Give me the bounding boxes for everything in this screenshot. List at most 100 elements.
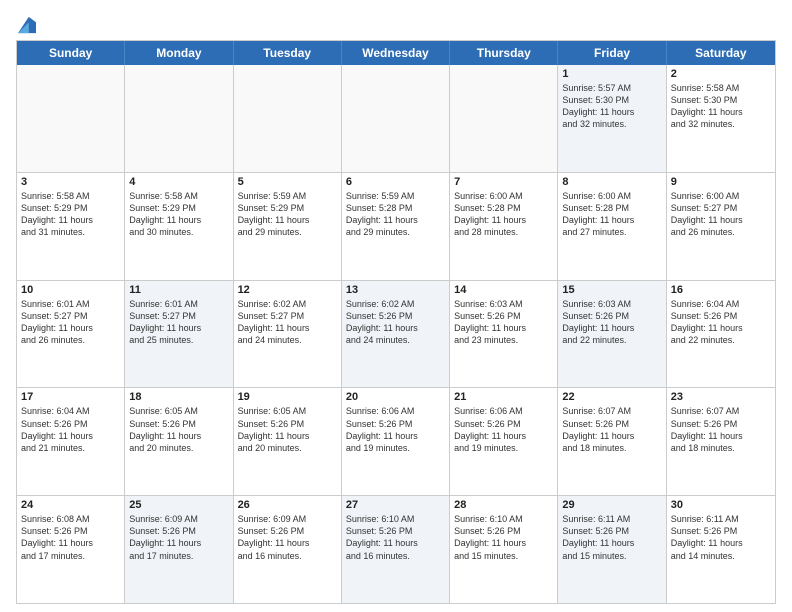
cell-info-3: Sunrise: 5:58 AMSunset: 5:29 PMDaylight:… (21, 190, 120, 239)
day-cell-14: 14 Sunrise: 6:03 AMSunset: 5:26 PMDayligh… (450, 281, 558, 388)
cell-info-8: Sunrise: 6:00 AMSunset: 5:28 PMDaylight:… (562, 190, 661, 239)
cell-info-4: Sunrise: 5:58 AMSunset: 5:29 PMDaylight:… (129, 190, 228, 239)
cell-info-1: Sunrise: 5:57 AMSunset: 5:30 PMDaylight:… (562, 82, 661, 131)
calendar-row-3: 10 Sunrise: 6:01 AMSunset: 5:27 PMDayligh… (17, 281, 775, 389)
day-cell-23: 23 Sunrise: 6:07 AMSunset: 5:26 PMDayligh… (667, 388, 775, 495)
day-cell-15: 15 Sunrise: 6:03 AMSunset: 5:26 PMDayligh… (558, 281, 666, 388)
day-cell-22: 22Sunrise: 6:07 AMSunset: 5:26 PMDayligh… (558, 388, 666, 495)
calendar-body: 1 Sunrise: 5:57 AMSunset: 5:30 PMDaylight… (17, 65, 775, 603)
day-cell-16: 16 Sunrise: 6:04 AMSunset: 5:26 PMDayligh… (667, 281, 775, 388)
weekday-header-sunday: Sunday (17, 41, 125, 65)
day-number-10: 10 (21, 284, 120, 296)
day-number-16: 16 (671, 284, 771, 296)
calendar-row-5: 24 Sunrise: 6:08 AMSunset: 5:26 PMDayligh… (17, 496, 775, 603)
day-number-19: 19 (238, 391, 337, 403)
cell-info-21: Sunrise: 6:06 AMSunset: 5:26 PMDaylight:… (454, 405, 553, 454)
day-number-8: 8 (562, 176, 661, 188)
day-cell-3: 3 Sunrise: 5:58 AMSunset: 5:29 PMDaylight… (17, 173, 125, 280)
day-cell-25: 25 Sunrise: 6:09 AMSunset: 5:26 PMDayligh… (125, 496, 233, 603)
cell-info-19: Sunrise: 6:05 AMSunset: 5:26 PMDaylight:… (238, 405, 337, 454)
day-number-3: 3 (21, 176, 120, 188)
weekday-header-saturday: Saturday (667, 41, 775, 65)
cell-info-27: Sunrise: 6:10 AMSunset: 5:26 PMDaylight:… (346, 513, 445, 562)
cell-info-7: Sunrise: 6:00 AMSunset: 5:28 PMDaylight:… (454, 190, 553, 239)
cell-info-16: Sunrise: 6:04 AMSunset: 5:26 PMDaylight:… (671, 298, 771, 347)
day-cell-2: 2 Sunrise: 5:58 AMSunset: 5:30 PMDaylight… (667, 65, 775, 172)
day-cell-30: 30 Sunrise: 6:11 AMSunset: 5:26 PMDayligh… (667, 496, 775, 603)
day-number-23: 23 (671, 391, 771, 403)
day-number-12: 12 (238, 284, 337, 296)
day-cell-24: 24 Sunrise: 6:08 AMSunset: 5:26 PMDayligh… (17, 496, 125, 603)
cell-info-9: Sunrise: 6:00 AMSunset: 5:27 PMDaylight:… (671, 190, 771, 239)
day-cell-18: 18Sunrise: 6:05 AMSunset: 5:26 PMDayligh… (125, 388, 233, 495)
cell-info-15: Sunrise: 6:03 AMSunset: 5:26 PMDaylight:… (562, 298, 661, 347)
logo (16, 12, 36, 32)
empty-cell-0-4 (450, 65, 558, 172)
weekday-header-tuesday: Tuesday (234, 41, 342, 65)
calendar: SundayMondayTuesdayWednesdayThursdayFrid… (16, 40, 776, 604)
day-number-11: 11 (129, 284, 228, 296)
cell-info-25: Sunrise: 6:09 AMSunset: 5:26 PMDaylight:… (129, 513, 228, 562)
cell-info-24: Sunrise: 6:08 AMSunset: 5:26 PMDaylight:… (21, 513, 120, 562)
day-cell-17: 17Sunrise: 6:04 AMSunset: 5:26 PMDayligh… (17, 388, 125, 495)
cell-info-20: Sunrise: 6:06 AMSunset: 5:26 PMDaylight:… (346, 405, 445, 454)
page: SundayMondayTuesdayWednesdayThursdayFrid… (0, 0, 792, 612)
day-cell-28: 28 Sunrise: 6:10 AMSunset: 5:26 PMDayligh… (450, 496, 558, 603)
day-cell-6: 6 Sunrise: 5:59 AMSunset: 5:28 PMDaylight… (342, 173, 450, 280)
empty-cell-0-3 (342, 65, 450, 172)
header (16, 12, 776, 32)
cell-info-2: Sunrise: 5:58 AMSunset: 5:30 PMDaylight:… (671, 82, 771, 131)
day-cell-7: 7 Sunrise: 6:00 AMSunset: 5:28 PMDaylight… (450, 173, 558, 280)
cell-info-12: Sunrise: 6:02 AMSunset: 5:27 PMDaylight:… (238, 298, 337, 347)
cell-info-18: Sunrise: 6:05 AMSunset: 5:26 PMDaylight:… (129, 405, 228, 454)
empty-cell-0-2 (234, 65, 342, 172)
day-cell-29: 29Sunrise: 6:11 AMSunset: 5:26 PMDayligh… (558, 496, 666, 603)
day-cell-21: 21Sunrise: 6:06 AMSunset: 5:26 PMDayligh… (450, 388, 558, 495)
day-cell-9: 9 Sunrise: 6:00 AMSunset: 5:27 PMDaylight… (667, 173, 775, 280)
day-number-9: 9 (671, 176, 771, 188)
calendar-row-1: 1 Sunrise: 5:57 AMSunset: 5:30 PMDaylight… (17, 65, 775, 173)
empty-cell-0-0 (17, 65, 125, 172)
cell-info-22: Sunrise: 6:07 AMSunset: 5:26 PMDaylight:… (562, 405, 661, 454)
day-number-27: 27 (346, 499, 445, 511)
day-number-15: 15 (562, 284, 661, 296)
day-cell-8: 8 Sunrise: 6:00 AMSunset: 5:28 PMDaylight… (558, 173, 666, 280)
day-cell-13: 13Sunrise: 6:02 AMSunset: 5:26 PMDayligh… (342, 281, 450, 388)
cell-info-29: Sunrise: 6:11 AMSunset: 5:26 PMDaylight:… (562, 513, 661, 562)
day-number-5: 5 (238, 176, 337, 188)
day-number-6: 6 (346, 176, 445, 188)
day-cell-19: 19 Sunrise: 6:05 AMSunset: 5:26 PMDayligh… (234, 388, 342, 495)
cell-info-26: Sunrise: 6:09 AMSunset: 5:26 PMDaylight:… (238, 513, 337, 562)
day-cell-4: 4Sunrise: 5:58 AMSunset: 5:29 PMDaylight… (125, 173, 233, 280)
weekday-header-wednesday: Wednesday (342, 41, 450, 65)
logo-icon (18, 16, 36, 34)
weekday-header-thursday: Thursday (450, 41, 558, 65)
day-cell-1: 1 Sunrise: 5:57 AMSunset: 5:30 PMDaylight… (558, 65, 666, 172)
cell-info-14: Sunrise: 6:03 AMSunset: 5:26 PMDaylight:… (454, 298, 553, 347)
cell-info-5: Sunrise: 5:59 AMSunset: 5:29 PMDaylight:… (238, 190, 337, 239)
day-number-20: 20 (346, 391, 445, 403)
cell-info-10: Sunrise: 6:01 AMSunset: 5:27 PMDaylight:… (21, 298, 120, 347)
day-number-26: 26 (238, 499, 337, 511)
day-number-13: 13 (346, 284, 445, 296)
cell-info-17: Sunrise: 6:04 AMSunset: 5:26 PMDaylight:… (21, 405, 120, 454)
cell-info-30: Sunrise: 6:11 AMSunset: 5:26 PMDaylight:… (671, 513, 771, 562)
calendar-row-2: 3 Sunrise: 5:58 AMSunset: 5:29 PMDaylight… (17, 173, 775, 281)
day-cell-26: 26 Sunrise: 6:09 AMSunset: 5:26 PMDayligh… (234, 496, 342, 603)
day-number-14: 14 (454, 284, 553, 296)
calendar-row-4: 17Sunrise: 6:04 AMSunset: 5:26 PMDayligh… (17, 388, 775, 496)
cell-info-6: Sunrise: 5:59 AMSunset: 5:28 PMDaylight:… (346, 190, 445, 239)
day-cell-5: 5 Sunrise: 5:59 AMSunset: 5:29 PMDaylight… (234, 173, 342, 280)
day-number-30: 30 (671, 499, 771, 511)
day-number-25: 25 (129, 499, 228, 511)
cell-info-23: Sunrise: 6:07 AMSunset: 5:26 PMDaylight:… (671, 405, 771, 454)
day-cell-27: 27 Sunrise: 6:10 AMSunset: 5:26 PMDayligh… (342, 496, 450, 603)
day-number-1: 1 (562, 68, 661, 80)
day-number-28: 28 (454, 499, 553, 511)
cell-info-28: Sunrise: 6:10 AMSunset: 5:26 PMDaylight:… (454, 513, 553, 562)
day-number-2: 2 (671, 68, 771, 80)
day-number-7: 7 (454, 176, 553, 188)
day-number-24: 24 (21, 499, 120, 511)
day-cell-20: 20 Sunrise: 6:06 AMSunset: 5:26 PMDayligh… (342, 388, 450, 495)
empty-cell-0-1 (125, 65, 233, 172)
